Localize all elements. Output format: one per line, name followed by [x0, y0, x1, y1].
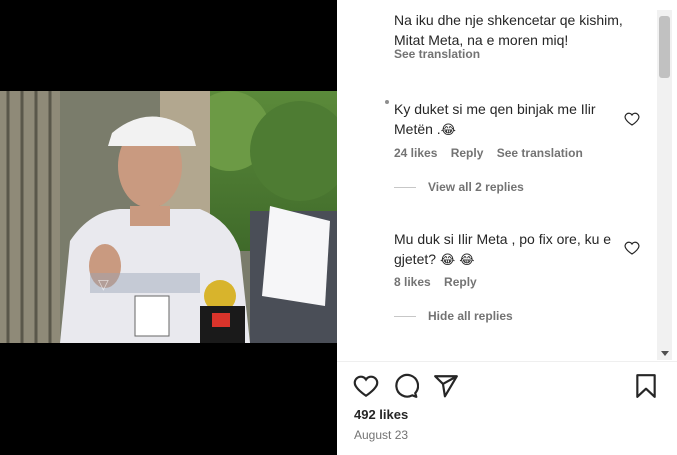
replies-divider-line — [394, 316, 416, 318]
comment-text: Ky duket si me qen binjak me Ilir Metën … — [394, 101, 596, 137]
view-replies-label: View all 2 replies — [428, 180, 524, 194]
scroll-down-arrow-icon[interactable] — [661, 351, 669, 356]
comment-meta: 24 likes Reply See translation — [394, 146, 593, 160]
laughing-emoji: 😂 😂 — [439, 253, 475, 268]
comments-list[interactable]: Na iku dhe nje shkencetar qe kishim, Mit… — [337, 0, 657, 360]
comment-text: Mu duk si Ilir Meta , po fix ore, ku e g… — [394, 231, 612, 267]
comments-scrollbar[interactable] — [657, 10, 672, 360]
see-translation-link[interactable]: See translation — [394, 47, 480, 61]
replies-divider-line — [394, 187, 416, 189]
hide-replies-label: Hide all replies — [428, 309, 513, 323]
avatar-icon — [385, 100, 389, 104]
comment-likes-count[interactable]: 24 likes — [394, 146, 437, 160]
watermark-text: ▽ — [98, 277, 109, 293]
see-translation-link[interactable]: See translation — [497, 146, 583, 160]
video-frame[interactable]: ▽ — [0, 91, 337, 343]
comment-meta: See translation — [394, 47, 490, 61]
bookmark-icon[interactable] — [633, 373, 659, 399]
scrollbar-thumb[interactable] — [659, 16, 670, 78]
post-media[interactable]: ▽ — [0, 0, 337, 455]
post-likes-count[interactable]: 492 likes — [354, 407, 408, 422]
share-icon[interactable] — [433, 373, 459, 399]
comment-likes-count[interactable]: 8 likes — [394, 275, 431, 289]
video-still: ▽ — [0, 91, 337, 343]
post-date[interactable]: August 23 — [354, 428, 408, 442]
comment-icon[interactable] — [393, 373, 419, 399]
reply-button[interactable]: Reply — [451, 146, 484, 160]
actions-divider — [337, 361, 677, 362]
comment-text: Na iku dhe nje shkencetar qe kishim, Mit… — [394, 12, 623, 48]
hide-replies-button[interactable]: Hide all replies — [394, 309, 513, 323]
reply-button[interactable]: Reply — [444, 275, 477, 289]
post-panel: Na iku dhe nje shkencetar qe kishim, Mit… — [337, 0, 677, 455]
view-replies-button[interactable]: View all 2 replies — [394, 180, 524, 194]
heart-icon[interactable] — [353, 373, 379, 399]
comment-like-heart-icon[interactable] — [624, 111, 640, 127]
comment-meta: 8 likes Reply — [394, 275, 487, 289]
comment-item: Mu duk si Ilir Meta , po fix ore, ku e g… — [394, 229, 634, 271]
laughing-emoji: 😂 — [440, 123, 456, 138]
comment-like-heart-icon[interactable] — [624, 240, 640, 256]
comment-item: Ky duket si me qen binjak me Ilir Metën … — [394, 99, 634, 141]
